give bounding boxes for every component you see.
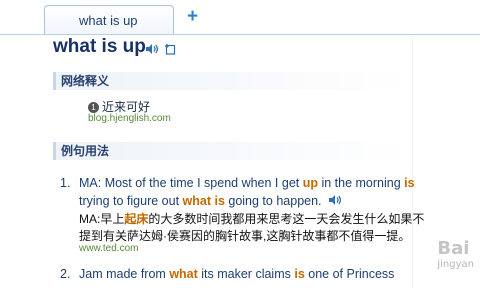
example-en-line-1: Jam made from what its maker claims is o… [79, 267, 395, 281]
headword: what is up [53, 36, 146, 57]
example-cn-line-1: MA:早上起床的大多数时间我都用来思考这一天会发生什么如果不 [79, 212, 425, 226]
definition-text: 近来可好 [102, 100, 151, 114]
add-to-wordbook-icon[interactable] [164, 42, 176, 60]
headword-icons [145, 42, 176, 60]
speaker-icon[interactable] [328, 194, 342, 209]
tab-label: what is up [79, 13, 138, 28]
speaker-icon[interactable] [145, 42, 159, 60]
example-en-line-1: MA: Most of the time I spend when I get … [79, 176, 415, 190]
definition-number: 1 [88, 102, 99, 113]
plus-icon[interactable]: + [187, 7, 198, 26]
content-divider [412, 36, 413, 288]
tab-what-is-up[interactable]: what is up [44, 5, 174, 34]
example-number: 2. [60, 267, 71, 281]
example-source-link[interactable]: www.ted.com [79, 243, 138, 254]
tab-bar: what is up + [0, 0, 480, 35]
watermark-logo: Bai jingyan [437, 238, 474, 270]
section-examples-title: 例句用法 [53, 142, 412, 160]
example-en-line-2: trying to figure out what is going to ha… [79, 194, 342, 209]
definition-source-link[interactable]: blog.hjenglish.com [88, 113, 171, 124]
section-web-definition-title: 网络释义 [53, 72, 412, 90]
example-number: 1. [60, 176, 71, 190]
example-cn-line-2: 提到有关萨达姆·侯赛因的胸针故事,这胸针故事都不值得一提。 [79, 229, 411, 243]
